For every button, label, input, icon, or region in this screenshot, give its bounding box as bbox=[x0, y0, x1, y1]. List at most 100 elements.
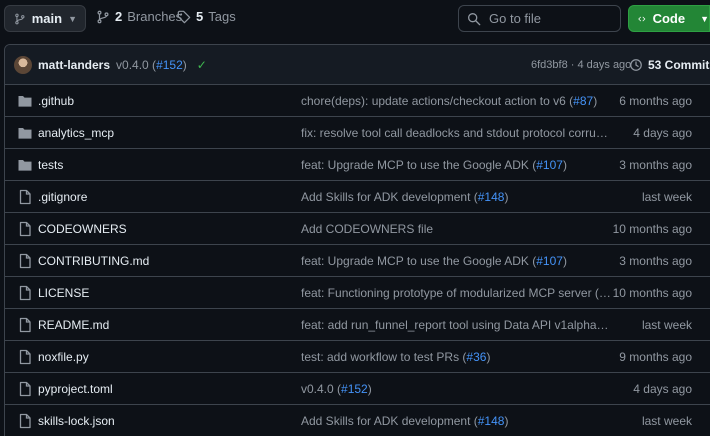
file-commit-age[interactable]: 3 months ago bbox=[592, 254, 692, 268]
latest-commit-bar: matt-landers v0.4.0 (#152) ✓ 6fd3bf8 · 4… bbox=[5, 45, 710, 85]
file-commit-age[interactable]: last week bbox=[592, 318, 692, 332]
file-icon bbox=[17, 189, 33, 205]
file-row[interactable]: .github chore(deps): update actions/check… bbox=[5, 85, 710, 117]
commit-message-text: v0.4.0 ( bbox=[116, 57, 157, 72]
tags-count: 5 bbox=[196, 9, 204, 24]
file-commit-message-text: feat: add run_funnel_report tool using D… bbox=[301, 317, 604, 332]
file-commit-message[interactable]: Add CODEOWNERS file bbox=[301, 222, 611, 236]
file-commit-message-end: ) bbox=[562, 157, 567, 172]
file-row[interactable]: CODEOWNERS Add CODEOWNERS file 10 months a… bbox=[5, 213, 710, 245]
file-name-link[interactable]: skills-lock.json bbox=[38, 414, 115, 428]
branch-selector-button[interactable]: main ▼ bbox=[4, 5, 86, 32]
repo-toolbar: main ▼ 2 Branches 5 Tags Go to file Code… bbox=[0, 0, 710, 38]
file-commit-pr-link[interactable]: #148 bbox=[478, 414, 505, 428]
code-button[interactable]: Code ▼ bbox=[628, 5, 710, 32]
file-icon bbox=[17, 381, 33, 397]
file-row[interactable]: CONTRIBUTING.md feat: Upgrade MCP to use … bbox=[5, 245, 710, 277]
commits-link[interactable]: 53 Commits bbox=[629, 58, 710, 72]
file-commit-age[interactable]: last week bbox=[592, 190, 692, 204]
tags-link[interactable]: 5 Tags bbox=[177, 9, 236, 24]
commit-author[interactable]: matt-landers bbox=[38, 58, 110, 72]
file-commit-message[interactable]: feat: Functioning prototype of modulariz… bbox=[301, 286, 611, 300]
file-name-link[interactable]: pyproject.toml bbox=[38, 382, 113, 396]
folder-icon bbox=[17, 157, 33, 173]
file-commit-message[interactable]: chore(deps): update actions/checkout act… bbox=[301, 94, 611, 108]
file-commit-message-text: Add Skills for ADK development ( bbox=[301, 413, 478, 428]
file-row[interactable]: skills-lock.json Add Skills for ADK devel… bbox=[5, 405, 710, 436]
file-commit-message[interactable]: test: add workflow to test PRs (#36) bbox=[301, 350, 611, 364]
file-commit-pr-link[interactable]: #148 bbox=[478, 190, 505, 204]
check-icon[interactable]: ✓ bbox=[197, 58, 207, 72]
commits-count: 53 Commits bbox=[648, 57, 710, 72]
commit-message[interactable]: v0.4.0 (#152) bbox=[116, 58, 187, 72]
file-commit-message-end: ) bbox=[562, 253, 567, 268]
file-commit-message-end: ) bbox=[367, 381, 372, 396]
file-commit-message[interactable]: Add Skills for ADK development (#148) bbox=[301, 190, 611, 204]
file-commit-pr-link[interactable]: #87 bbox=[573, 94, 593, 108]
tags-label: Tags bbox=[208, 9, 236, 24]
file-commit-pr-link[interactable]: #36 bbox=[466, 350, 486, 364]
file-name-link[interactable]: LICENSE bbox=[38, 286, 89, 300]
history-icon bbox=[630, 58, 642, 71]
code-button-label: Code bbox=[652, 11, 686, 26]
folder-icon bbox=[17, 125, 33, 141]
file-name-link[interactable]: noxfile.py bbox=[38, 350, 89, 364]
file-commit-age[interactable]: 10 months ago bbox=[592, 222, 692, 236]
file-row[interactable]: analytics_mcp fix: resolve tool call dead… bbox=[5, 117, 710, 149]
file-row[interactable]: pyproject.toml v0.4.0 (#152) 4 days ago bbox=[5, 373, 710, 405]
commit-sha-time[interactable]: 6fd3bf8 · 4 days ago bbox=[531, 59, 631, 71]
file-commit-pr-link[interactable]: #152 bbox=[341, 382, 368, 396]
file-commit-age[interactable]: 6 months ago bbox=[592, 94, 692, 108]
avatar[interactable] bbox=[14, 55, 32, 74]
file-row[interactable]: noxfile.py test: add workflow to test PRs… bbox=[5, 341, 710, 373]
file-commit-age[interactable]: 9 months ago bbox=[592, 350, 692, 364]
folder-icon bbox=[17, 93, 33, 109]
code-icon bbox=[638, 16, 646, 21]
git-branch-icon bbox=[15, 13, 25, 24]
branch-name: main bbox=[31, 11, 63, 26]
go-to-file-input[interactable]: Go to file bbox=[458, 5, 621, 32]
file-commit-message-end: ) bbox=[504, 189, 509, 204]
file-list: .github chore(deps): update actions/check… bbox=[5, 85, 710, 436]
file-commit-pr-link[interactable]: #107 bbox=[536, 158, 563, 172]
file-commit-message[interactable]: v0.4.0 (#152) bbox=[301, 382, 611, 396]
file-icon bbox=[17, 285, 33, 301]
tag-icon bbox=[177, 10, 191, 23]
file-name-link[interactable]: .github bbox=[38, 94, 74, 108]
file-name-link[interactable]: tests bbox=[38, 158, 63, 172]
file-row[interactable]: tests feat: Upgrade MCP to use the Google… bbox=[5, 149, 710, 181]
git-branch-icon bbox=[97, 10, 109, 23]
commit-pr-link[interactable]: #152 bbox=[156, 58, 183, 72]
file-commit-age[interactable]: 3 months ago bbox=[592, 158, 692, 172]
branches-link[interactable]: 2 Branches bbox=[96, 9, 182, 24]
file-commit-age[interactable]: 4 days ago bbox=[592, 382, 692, 396]
file-row[interactable]: LICENSE feat: Functioning prototype of mo… bbox=[5, 277, 710, 309]
file-commit-age[interactable]: 10 months ago bbox=[592, 286, 692, 300]
chevron-down-icon: ▼ bbox=[68, 13, 77, 24]
file-commit-message-text: feat: Upgrade MCP to use the Google ADK … bbox=[301, 157, 537, 172]
file-commit-message-text: feat: Upgrade MCP to use the Google ADK … bbox=[301, 253, 537, 268]
file-commit-message-end: ) bbox=[504, 413, 509, 428]
branches-count: 2 bbox=[115, 9, 123, 24]
file-commit-message[interactable]: Add Skills for ADK development (#148) bbox=[301, 414, 611, 428]
file-icon bbox=[17, 221, 33, 237]
file-name-link[interactable]: README.md bbox=[38, 318, 109, 332]
file-row[interactable]: .gitignore Add Skills for ADK development… bbox=[5, 181, 710, 213]
file-commit-message[interactable]: fix: resolve tool call deadlocks and std… bbox=[301, 126, 611, 140]
file-name-link[interactable]: analytics_mcp bbox=[38, 126, 114, 140]
file-icon bbox=[17, 413, 33, 429]
file-name-link[interactable]: CONTRIBUTING.md bbox=[38, 254, 149, 268]
file-icon bbox=[17, 317, 33, 333]
file-row[interactable]: README.md feat: add run_funnel_report too… bbox=[5, 309, 710, 341]
file-commit-message[interactable]: feat: Upgrade MCP to use the Google ADK … bbox=[301, 158, 611, 172]
file-name-link[interactable]: .gitignore bbox=[38, 190, 87, 204]
file-commit-message[interactable]: feat: add run_funnel_report tool using D… bbox=[301, 318, 611, 332]
file-icon bbox=[17, 349, 33, 365]
file-commit-message[interactable]: feat: Upgrade MCP to use the Google ADK … bbox=[301, 254, 611, 268]
file-commit-message-end: ) bbox=[486, 349, 491, 364]
file-commit-pr-link[interactable]: #107 bbox=[536, 254, 563, 268]
commit-message-end: ) bbox=[182, 57, 187, 72]
file-name-link[interactable]: CODEOWNERS bbox=[38, 222, 127, 236]
file-commit-age[interactable]: last week bbox=[592, 414, 692, 428]
file-commit-age[interactable]: 4 days ago bbox=[592, 126, 692, 140]
